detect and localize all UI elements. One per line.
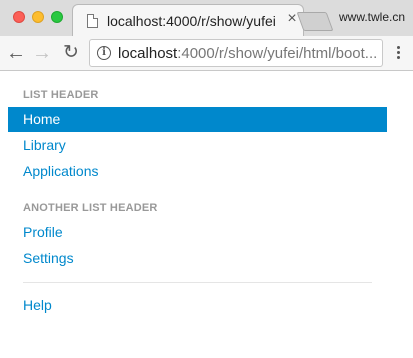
profile-label: www.twle.cn [339,10,406,24]
maximize-window-button[interactable] [51,11,63,23]
nav-header: LIST HEADER [23,89,99,101]
nav-item-applications[interactable]: Applications [8,159,387,184]
page-content: LIST HEADER Home Library Applications AN… [0,72,413,358]
nav-item-help[interactable]: Help [8,293,387,318]
close-window-button[interactable] [13,11,25,23]
url-host: localhost [118,45,178,62]
kebab-menu-icon[interactable] [392,44,404,62]
browser-toolbar: ← → ↻ i localhost:4000/r/show/yufei/html… [0,36,413,71]
browser-tab-active[interactable]: localhost:4000/r/show/yufei/ × [72,4,304,37]
back-arrow-icon[interactable]: ← [5,42,27,64]
nav-header-another: ANOTHER LIST HEADER [23,202,158,214]
info-icon[interactable]: i [97,46,111,60]
nav-item-settings[interactable]: Settings [8,246,387,271]
page-document-icon [87,14,98,28]
nav-item-library[interactable]: Library [8,133,387,158]
new-tab-button[interactable] [296,12,334,31]
address-bar[interactable]: i localhost:4000/r/show/yufei/html/boot.… [89,39,383,67]
url-text[interactable]: localhost:4000/r/show/yufei/html/boot... [118,45,380,62]
url-path: :4000/r/show/yufei/html/boot... [177,45,378,62]
browser-tab-bar: localhost:4000/r/show/yufei/ × www.twle.… [0,0,413,37]
minimize-window-button[interactable] [32,11,44,23]
reload-icon[interactable]: ↻ [60,42,82,64]
nav-item-profile[interactable]: Profile [8,220,387,245]
forward-arrow-icon[interactable]: → [31,42,53,64]
nav-divider [23,282,372,283]
nav-item-home[interactable]: Home [8,107,387,132]
tab-title: localhost:4000/r/show/yufei/ [107,13,275,29]
